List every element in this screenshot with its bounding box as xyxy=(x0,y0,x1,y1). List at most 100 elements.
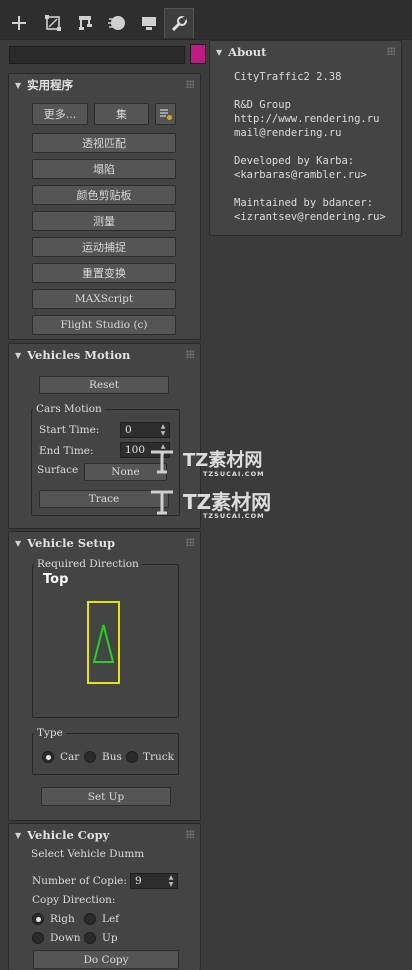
mail-text: mail@rendering.ru xyxy=(234,127,342,139)
direction-frame[interactable] xyxy=(87,601,120,684)
about-rollout-header[interactable]: ▼ About xyxy=(210,41,401,63)
watermark-brand-2: TZ素材网 xyxy=(183,490,272,514)
utilities-icon xyxy=(171,15,187,31)
start-time-label: Start Time: xyxy=(39,424,100,436)
collapse-arrow-icon: ▼ xyxy=(15,80,22,90)
copy-direction-label: Copy Direction: xyxy=(32,894,116,906)
display-tab[interactable] xyxy=(134,8,164,38)
direction-down-radio[interactable] xyxy=(32,932,44,944)
number-of-copies-value: 9 xyxy=(135,875,142,887)
collapse-arrow-icon: ▼ xyxy=(216,47,223,57)
object-color-swatch[interactable] xyxy=(190,44,206,64)
utilities-tab[interactable] xyxy=(164,8,194,38)
direction-right-radio[interactable] xyxy=(32,913,44,925)
drag-grip-icon[interactable] xyxy=(186,350,194,358)
select-vehicle-label: Select Vehicle Dumm xyxy=(31,848,145,860)
drag-grip-icon[interactable] xyxy=(186,830,194,838)
utility-button-measure[interactable]: 测量 xyxy=(32,211,176,231)
version-text: CityTraffic2 2.38 xyxy=(234,71,342,83)
number-of-copies-spinner[interactable]: 9 ▲ ▼ xyxy=(130,873,178,889)
rollout-title: Vehicles Motion xyxy=(27,348,131,362)
display-icon xyxy=(142,17,156,30)
configure-sets-button[interactable] xyxy=(155,103,176,125)
type-truck-label: Truck xyxy=(143,751,175,763)
type-car-radio[interactable] xyxy=(42,751,54,763)
command-panel-tabs xyxy=(0,0,412,40)
collapse-arrow-icon: ▼ xyxy=(15,350,22,360)
surface-label: Surface xyxy=(37,464,79,476)
motion-icon xyxy=(108,16,125,30)
drag-grip-icon[interactable] xyxy=(186,80,194,88)
drag-grip-icon[interactable] xyxy=(387,47,395,55)
cars-motion-label: Cars Motion xyxy=(33,403,105,415)
utility-button-collapse[interactable]: 塌陷 xyxy=(32,159,176,179)
modify-tab[interactable] xyxy=(38,8,68,38)
object-name-field[interactable] xyxy=(9,46,185,64)
hierarchy-tab[interactable] xyxy=(70,8,100,38)
group-text: R&D Group xyxy=(234,99,291,111)
end-time-value: 100 xyxy=(125,444,146,456)
spinner-arrows-icon[interactable]: ▲ ▼ xyxy=(167,874,175,888)
plus-icon xyxy=(12,16,26,30)
about-rollout: ▼ About CityTraffic2 2.38 R&D Group http… xyxy=(209,40,402,236)
utility-button-motion-capture[interactable]: 运动捕捉 xyxy=(32,237,176,257)
utility-button-flight-studio[interactable]: Flight Studio (c) xyxy=(32,315,176,335)
rollout-title: Vehicle Setup xyxy=(27,536,116,550)
required-direction-label: Required Direction xyxy=(34,558,142,570)
type-bus-radio[interactable] xyxy=(84,751,96,763)
watermark-site-2: TZSUCAI.COM xyxy=(203,512,265,520)
utility-button-perspective-match[interactable]: 透视匹配 xyxy=(32,133,176,153)
vehicle-copy-header[interactable]: ▼ Vehicle Copy xyxy=(9,824,200,846)
create-tab[interactable] xyxy=(4,8,34,38)
watermark-logo-icon xyxy=(151,490,173,515)
rollout-title: 实用程序 xyxy=(27,78,74,92)
end-time-label: End Time: xyxy=(39,445,94,457)
utilities-rollout-header[interactable]: ▼ 实用程序 xyxy=(9,74,200,96)
collapse-arrow-icon: ▼ xyxy=(15,830,22,840)
direction-up-label: Up xyxy=(102,932,118,944)
hierarchy-icon xyxy=(79,16,92,30)
direction-left-radio[interactable] xyxy=(84,913,96,925)
collapse-arrow-icon: ▼ xyxy=(15,538,22,548)
reset-button[interactable]: Reset xyxy=(39,376,169,394)
utilities-rollout: ▼ 实用程序 更多... 集 透视匹配 塌陷 颜色剪贴板 测量 运动捕捉 重置变… xyxy=(8,73,201,340)
sets-button[interactable]: 集 xyxy=(94,103,149,125)
utility-button-reset-xform[interactable]: 重置变换 xyxy=(32,263,176,283)
type-truck-radio[interactable] xyxy=(126,751,138,763)
do-copy-button[interactable]: Do Copy xyxy=(33,950,179,969)
more-button[interactable]: 更多... xyxy=(32,103,88,125)
vehicles-motion-header[interactable]: ▼ Vehicles Motion xyxy=(9,344,200,366)
watermark-logo xyxy=(148,446,176,479)
vehicle-setup-rollout: ▼ Vehicle Setup Required Direction Top T… xyxy=(8,531,201,821)
number-of-copies-label: Number of Copie: xyxy=(32,875,127,887)
utility-button-maxscript[interactable]: MAXScript xyxy=(32,289,176,309)
type-label: Type xyxy=(34,727,66,739)
vehicle-copy-rollout: ▼ Vehicle Copy Select Vehicle Dumm Numbe… xyxy=(8,823,201,970)
direction-arrow-icon xyxy=(92,624,115,663)
configure-icon xyxy=(159,109,172,120)
utility-button-color-clipboard[interactable]: 颜色剪贴板 xyxy=(32,185,176,205)
developer-email: <karbaras@rambler.ru> xyxy=(234,169,367,181)
direction-up-radio[interactable] xyxy=(84,932,96,944)
developer-text: Developed by Karba: xyxy=(234,155,355,167)
rollout-title: About xyxy=(228,45,267,59)
maintainer-email: <izrantsev@rendering.ru> xyxy=(234,211,386,223)
direction-down-label: Down xyxy=(50,932,81,944)
type-car-label: Car xyxy=(60,751,80,763)
drag-grip-icon[interactable] xyxy=(186,538,194,546)
watermark-site: TZSUCAI.COM xyxy=(203,470,265,478)
watermark-logo-2 xyxy=(148,486,176,521)
watermark-logo-icon xyxy=(151,450,173,474)
start-time-spinner[interactable]: 0 ▲ ▼ xyxy=(120,422,170,438)
motion-tab[interactable] xyxy=(102,8,132,38)
direction-right-label: Righ xyxy=(50,913,75,925)
type-bus-label: Bus xyxy=(102,751,122,763)
watermark-brand: TZ素材网 xyxy=(183,450,263,471)
website-text: http://www.rendering.ru xyxy=(234,113,380,125)
maintainer-text: Maintained by bdancer: xyxy=(234,197,374,209)
spinner-arrows-icon[interactable]: ▲ ▼ xyxy=(159,423,167,437)
top-view-label: Top xyxy=(43,572,69,587)
vehicle-setup-header[interactable]: ▼ Vehicle Setup xyxy=(9,532,200,554)
set-up-button[interactable]: Set Up xyxy=(41,787,171,806)
rollout-title: Vehicle Copy xyxy=(27,828,110,842)
